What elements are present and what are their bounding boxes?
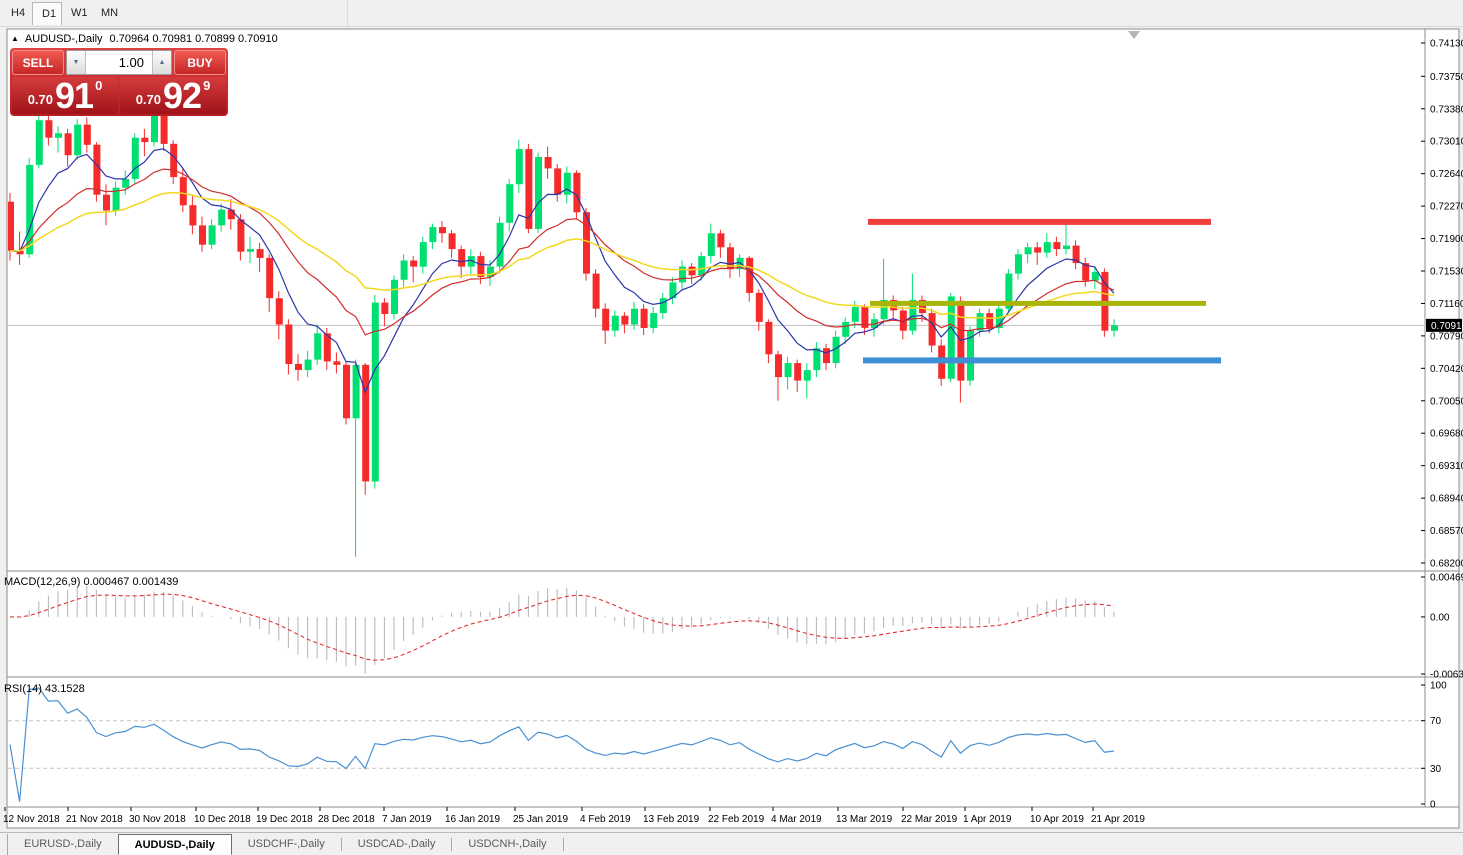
toolbar-separator — [347, 0, 348, 27]
svg-text:22 Mar 2019: 22 Mar 2019 — [901, 814, 958, 825]
macd-indicator-label: MACD(12,26,9) 0.000467 0.001439 — [4, 576, 179, 588]
svg-text:0.73380: 0.73380 — [1430, 104, 1463, 115]
chart-ohlc-values: 0.70964 0.70981 0.70899 0.70910 — [109, 33, 278, 45]
symbol-tab-usdchf[interactable]: USDCHF-,Daily — [232, 834, 341, 855]
buy-price-big-digits: 92 — [163, 75, 202, 116]
svg-text:0.68200: 0.68200 — [1430, 559, 1463, 570]
svg-text:28 Dec 2018: 28 Dec 2018 — [318, 814, 375, 825]
buy-price-prefix: 0.70 — [135, 92, 162, 107]
tab-timeframe-d1[interactable]: D1 — [32, 2, 62, 25]
svg-text:0.69680: 0.69680 — [1430, 429, 1463, 440]
tab-timeframe-w1[interactable]: W1 — [62, 2, 92, 25]
svg-text:19 Dec 2018: 19 Dec 2018 — [256, 814, 313, 825]
svg-text:0.68570: 0.68570 — [1430, 526, 1463, 537]
rsi-indicator-label: RSI(14) 43.1528 — [4, 683, 85, 695]
timeframe-toolbar: H4 D1 W1 MN — [0, 0, 1463, 27]
symbol-tab-bar: EURUSD-,Daily AUDUSD-,Daily USDCHF-,Dail… — [0, 832, 1463, 855]
svg-text:4 Feb 2019: 4 Feb 2019 — [580, 814, 631, 825]
svg-text:-0.00639: -0.00639 — [1430, 670, 1463, 681]
tab-timeframe-h4[interactable]: H4 — [2, 2, 32, 25]
svg-text:0: 0 — [1430, 800, 1436, 811]
svg-text:0.74130: 0.74130 — [1430, 39, 1463, 50]
svg-text:0.73010: 0.73010 — [1430, 137, 1463, 148]
svg-text:21 Apr 2019: 21 Apr 2019 — [1091, 814, 1145, 825]
chart-title: ▲ AUDUSD-,Daily 0.70964 0.70981 0.70899 0.… — [11, 33, 278, 45]
svg-text:0.004694: 0.004694 — [1430, 573, 1463, 584]
svg-text:0.68940: 0.68940 — [1430, 494, 1463, 505]
svg-text:1 Apr 2019: 1 Apr 2019 — [963, 814, 1012, 825]
svg-text:10 Apr 2019: 10 Apr 2019 — [1030, 814, 1084, 825]
buy-price-pip-digit: 9 — [203, 78, 211, 93]
chart-shift-marker-icon[interactable] — [1128, 31, 1140, 39]
tab-timeframe-mn[interactable]: MN — [92, 2, 122, 25]
svg-text:0.73750: 0.73750 — [1430, 72, 1463, 83]
volume-decrease-icon[interactable]: ▼ — [67, 51, 86, 74]
sell-button[interactable]: SELL — [12, 50, 64, 75]
svg-text:0.72640: 0.72640 — [1430, 169, 1463, 180]
symbol-tab-eurusd[interactable]: EURUSD-,Daily — [8, 834, 118, 855]
svg-text:13 Feb 2019: 13 Feb 2019 — [643, 814, 700, 825]
svg-text:12 Nov 2018: 12 Nov 2018 — [3, 814, 60, 825]
svg-text:22 Feb 2019: 22 Feb 2019 — [708, 814, 765, 825]
symbol-tab-audusd[interactable]: AUDUSD-,Daily — [117, 834, 232, 855]
svg-text:0.72270: 0.72270 — [1430, 202, 1463, 213]
svg-text:16 Jan 2019: 16 Jan 2019 — [445, 814, 500, 825]
svg-text:0.69310: 0.69310 — [1430, 461, 1463, 472]
svg-text:10 Dec 2018: 10 Dec 2018 — [194, 814, 251, 825]
svg-text:13 Mar 2019: 13 Mar 2019 — [836, 814, 893, 825]
tab-bar-lead — [0, 834, 8, 855]
svg-text:25 Jan 2019: 25 Jan 2019 — [513, 814, 568, 825]
svg-text:30 Nov 2018: 30 Nov 2018 — [129, 814, 186, 825]
svg-text:0.71530: 0.71530 — [1430, 266, 1463, 277]
sell-price-display[interactable]: 0.70 91 0 — [12, 77, 118, 114]
chart-window: 0.74130 0.73750 0.73380 0.73010 0.72640 0.722… — [0, 27, 1463, 832]
svg-text:0.70910: 0.70910 — [1431, 321, 1463, 332]
svg-text:0.71160: 0.71160 — [1430, 299, 1463, 310]
chart-symbol-label: AUDUSD-,Daily — [24, 33, 103, 45]
svg-text:21 Nov 2018: 21 Nov 2018 — [66, 814, 123, 825]
panel-collapse-icon[interactable]: ▲ — [11, 34, 19, 43]
svg-text:4 Mar 2019: 4 Mar 2019 — [771, 814, 822, 825]
svg-text:100: 100 — [1430, 681, 1447, 692]
svg-text:70: 70 — [1430, 716, 1442, 727]
svg-text:0.00: 0.00 — [1430, 612, 1450, 623]
macd-value: 0.000467 — [83, 576, 130, 588]
svg-text:7 Jan 2019: 7 Jan 2019 — [382, 814, 432, 825]
sell-price-pip-digit: 0 — [95, 78, 103, 93]
volume-stepper: ▼ 1.00 ▲ — [66, 50, 172, 75]
volume-field[interactable]: 1.00 — [86, 51, 152, 74]
tab-separator — [562, 838, 564, 851]
one-click-trading-panel: SELL ▼ 1.00 ▲ BUY 0.70 91 0 0.70 92 9 — [10, 48, 228, 116]
svg-text:0.70420: 0.70420 — [1430, 364, 1463, 375]
sell-price-big-digits: 91 — [55, 75, 94, 116]
svg-text:30: 30 — [1430, 764, 1442, 775]
buy-button[interactable]: BUY — [174, 50, 226, 75]
svg-text:0.71900: 0.71900 — [1430, 234, 1463, 245]
svg-text:0.70790: 0.70790 — [1430, 331, 1463, 342]
symbol-tab-usdcnh[interactable]: USDCNH-,Daily — [452, 834, 562, 855]
volume-increase-icon[interactable]: ▲ — [152, 51, 171, 74]
chart-canvas[interactable]: 0.74130 0.73750 0.73380 0.73010 0.72640 0.722… — [0, 27, 1463, 832]
macd-signal-value: 0.001439 — [132, 576, 179, 588]
buy-price-display[interactable]: 0.70 92 9 — [120, 77, 226, 114]
rsi-value: 43.1528 — [44, 683, 85, 695]
sell-price-prefix: 0.70 — [27, 92, 54, 107]
symbol-tab-usdcad[interactable]: USDCAD-,Daily — [342, 834, 452, 855]
svg-text:0.70050: 0.70050 — [1430, 396, 1463, 407]
